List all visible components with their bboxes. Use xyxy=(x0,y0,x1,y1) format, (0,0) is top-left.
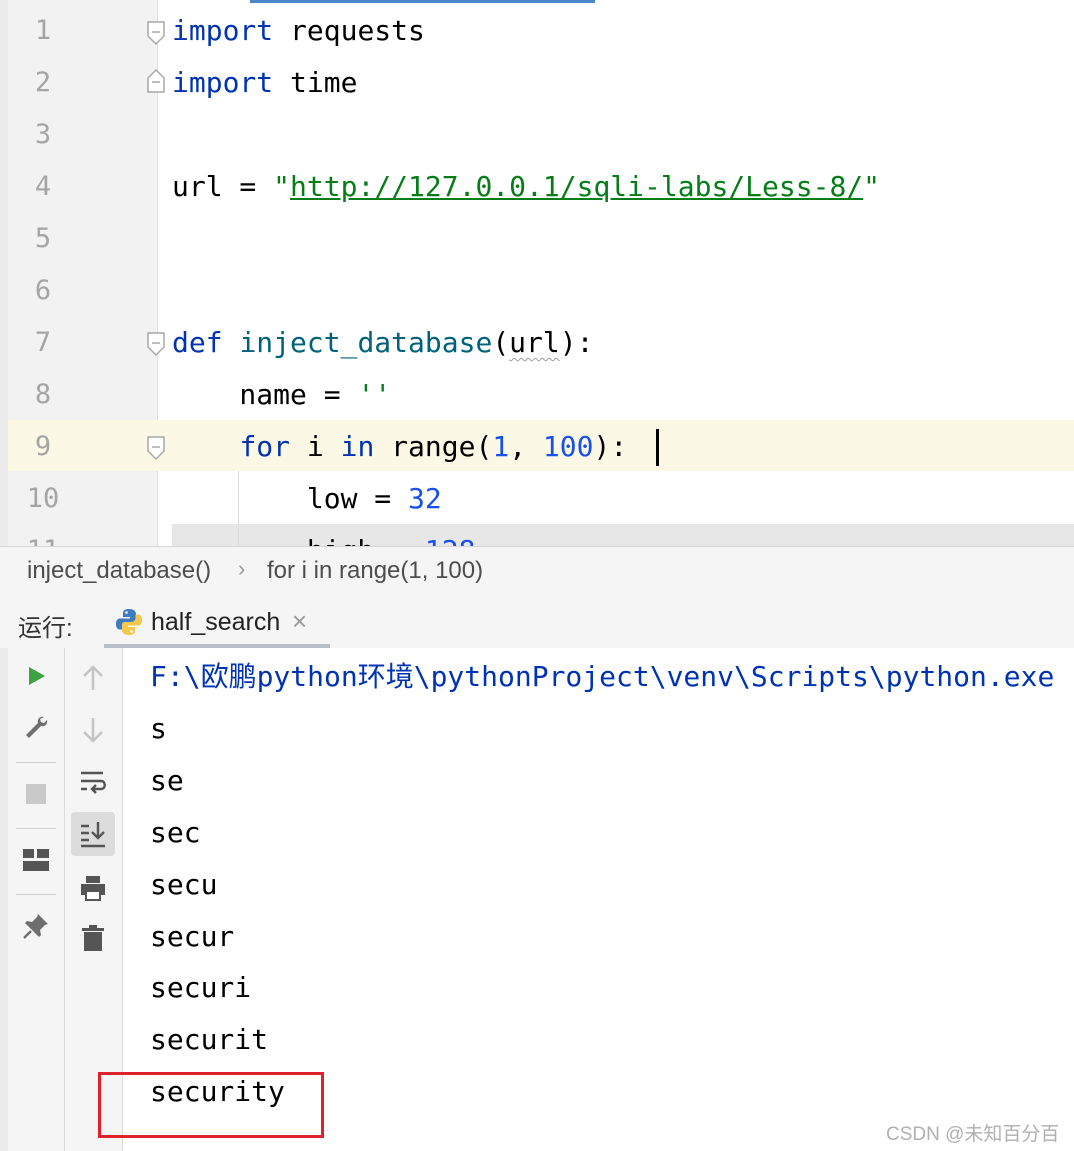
pin-icon[interactable] xyxy=(16,906,56,946)
toolbar-separator xyxy=(16,894,56,895)
code-text: , xyxy=(509,430,543,463)
code-line-11[interactable]: high = 128 xyxy=(172,525,476,546)
soft-wrap-icon[interactable] xyxy=(73,762,113,802)
code-text: requests xyxy=(273,14,425,47)
line-number[interactable]: 4 xyxy=(8,161,78,213)
trash-icon[interactable] xyxy=(73,918,113,958)
text-cursor xyxy=(656,429,659,466)
wrench-icon[interactable] xyxy=(16,708,56,748)
line-number[interactable]: 11 xyxy=(8,525,78,546)
run-icon[interactable] xyxy=(16,656,56,696)
parameter: url xyxy=(509,326,560,359)
code-line-4[interactable]: url = "http://127.0.0.1/sqli-labs/Less-8… xyxy=(172,161,880,213)
code-text: ): xyxy=(593,430,628,463)
line-number[interactable]: 1 xyxy=(8,5,78,57)
line-number[interactable]: 3 xyxy=(8,109,78,161)
keyword: import xyxy=(172,66,274,99)
console-output-line[interactable]: se xyxy=(150,755,184,807)
fold-end-icon[interactable] xyxy=(146,68,166,94)
fold-start-icon[interactable] xyxy=(146,331,166,357)
line-number[interactable]: 5 xyxy=(8,213,78,265)
function-name: inject_database xyxy=(239,326,493,359)
python-icon xyxy=(116,609,142,635)
keyword: for xyxy=(239,430,291,463)
code-line-9[interactable]: for i in range(1, 100): xyxy=(172,421,627,473)
breadcrumb-item-function[interactable]: inject_database() xyxy=(27,557,211,585)
keyword: def xyxy=(172,326,223,359)
layout-icon[interactable] xyxy=(16,840,56,880)
code-editor[interactable]: 1 2 3 4 5 6 7 8 9 10 11 import requests … xyxy=(0,0,1074,546)
close-icon[interactable]: × xyxy=(292,606,307,637)
string-literal: '' xyxy=(357,378,392,411)
console-output-line[interactable]: s xyxy=(150,703,167,755)
code-text: url = xyxy=(172,170,274,203)
run-tab-half-search[interactable]: half_search × xyxy=(104,596,330,648)
number-literal: 100 xyxy=(542,430,594,463)
number-literal: 128 xyxy=(425,534,476,546)
breadcrumb-item-loop[interactable]: for i in range(1, 100) xyxy=(267,557,483,585)
code-text: low = xyxy=(172,482,409,515)
arrow-down-icon[interactable] xyxy=(73,710,113,750)
number-literal: 32 xyxy=(408,482,442,515)
console-output-line[interactable]: secur xyxy=(150,911,234,963)
console-command-line[interactable]: F:\欧鹏python环境\pythonProject\venv\Scripts… xyxy=(150,651,1054,703)
code-text: range( xyxy=(374,430,493,463)
code-text: high = xyxy=(172,534,425,546)
line-number[interactable]: 9 xyxy=(8,421,78,473)
stop-icon[interactable] xyxy=(16,774,56,814)
console-output-line[interactable]: sec xyxy=(150,807,201,859)
chevron-right-icon: › xyxy=(238,556,246,581)
editor-left-strip xyxy=(0,0,8,546)
code-text: ( xyxy=(492,326,510,359)
line-number[interactable]: 2 xyxy=(8,57,78,109)
run-left-strip xyxy=(0,648,8,1151)
toolbar-separator xyxy=(16,828,56,829)
run-label: 运行: xyxy=(18,615,73,642)
console-output-line[interactable]: secu xyxy=(150,859,217,911)
code-line-10[interactable]: low = 32 xyxy=(172,473,442,525)
toolbar-separator xyxy=(16,762,56,763)
keyword: in xyxy=(340,430,375,463)
console-output-line[interactable]: securit xyxy=(150,1014,268,1066)
line-number[interactable]: 6 xyxy=(8,265,78,317)
code-text: ): xyxy=(559,326,594,359)
watermark: CSDN @未知百分百 xyxy=(886,1124,1060,1145)
code-line-8[interactable]: name = '' xyxy=(172,369,391,421)
keyword: import xyxy=(172,14,274,47)
fold-start-icon[interactable] xyxy=(146,20,166,46)
scroll-to-end-icon[interactable] xyxy=(71,812,115,856)
active-tab-indicator xyxy=(250,0,595,3)
print-icon[interactable] xyxy=(73,868,113,908)
code-text: time xyxy=(273,66,358,99)
code-line-1[interactable]: import requests xyxy=(172,5,425,57)
arrow-up-icon[interactable] xyxy=(73,658,113,698)
console-output-line[interactable]: securi xyxy=(150,962,251,1014)
code-text: i xyxy=(290,430,341,463)
code-line-2[interactable]: import time xyxy=(172,57,357,109)
breadcrumb: inject_database() › for i in range(1, 10… xyxy=(0,546,1074,597)
result-highlight-box xyxy=(98,1072,324,1138)
run-tool-window-header: 运行: half_search × xyxy=(0,596,1074,649)
run-tab-label: half_search xyxy=(151,608,281,636)
code-line-7[interactable]: def inject_database(url): xyxy=(172,317,593,369)
string-quote: " xyxy=(273,170,291,203)
url-link[interactable]: http://127.0.0.1/sqli-labs/Less-8/ xyxy=(290,170,863,203)
line-number[interactable]: 8 xyxy=(8,369,78,421)
string-quote: " xyxy=(863,170,881,203)
fold-start-icon[interactable] xyxy=(146,435,166,461)
line-number[interactable]: 7 xyxy=(8,317,78,369)
number-literal: 1 xyxy=(492,430,510,463)
run-toolbar-primary xyxy=(8,648,65,1151)
line-number[interactable]: 10 xyxy=(8,473,78,525)
code-text: name = xyxy=(172,378,358,411)
